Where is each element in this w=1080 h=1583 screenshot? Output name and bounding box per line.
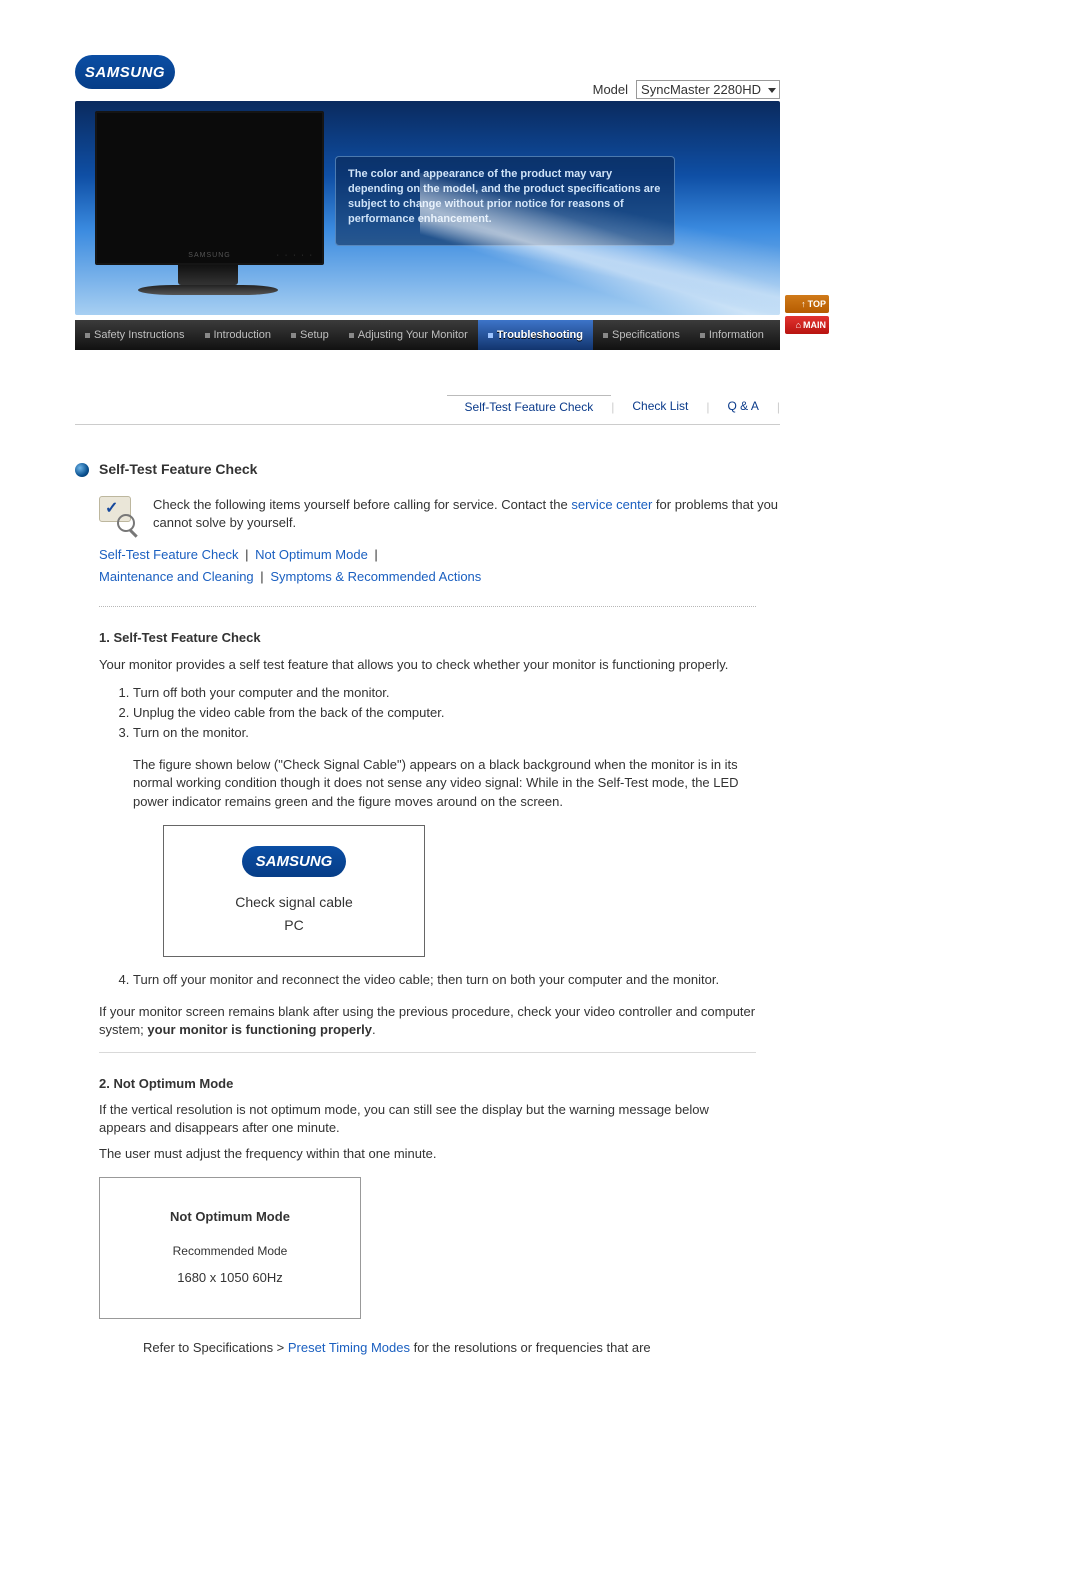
link-service-center[interactable]: service center [571,497,652,512]
sub-nav: Self-Test Feature Check | Check List | Q… [75,395,780,425]
not-optimum-mode-figure: Not Optimum Mode Recommended Mode 1680 x… [99,1177,361,1318]
nav-adjusting-monitor[interactable]: Adjusting Your Monitor [339,329,478,341]
s1-intro: Your monitor provides a self test featur… [99,656,756,674]
section-bullet-icon [75,463,89,477]
nav-safety-instructions[interactable]: Safety Instructions [75,329,195,341]
nav-introduction[interactable]: Introduction [195,329,281,341]
quick-links-row-1: Self-Test Feature Check | Not Optimum Mo… [75,542,780,564]
model-selector-block: Model SyncMaster 2280HD [593,80,780,99]
quick-links-row-2: Maintenance and Cleaning | Symptoms & Re… [75,564,780,586]
link-not-optimum-mode[interactable]: Not Optimum Mode [255,547,368,562]
model-label: Model [593,82,628,97]
s1-step3-note: The figure shown below ("Check Signal Ca… [133,756,756,811]
s1-steps: Turn off both your computer and the moni… [113,684,756,990]
s1-step-4: Turn off your monitor and reconnect the … [133,971,756,989]
subnav-q-and-a[interactable]: Q & A [710,395,777,418]
s2-p2: The user must adjust the frequency withi… [99,1145,756,1163]
side-tab-main[interactable]: ⌂MAIN [785,316,829,334]
self-test-icon: ✓ [99,496,135,532]
s2-title: 2. Not Optimum Mode [99,1075,756,1093]
figure-line-1: Check signal cable [164,893,424,913]
link-maintenance-cleaning[interactable]: Maintenance and Cleaning [99,569,254,584]
home-icon: ⌂ [796,320,801,330]
s1-step-3: Turn on the monitor. The figure shown be… [133,724,756,957]
nav-information[interactable]: Information [690,329,774,341]
s1-step-2: Unplug the video cable from the back of … [133,704,756,722]
check-signal-cable-figure: SAMSUNG Check signal cable PC [163,825,425,957]
s1-step-1: Turn off both your computer and the moni… [133,684,756,702]
s2-p1: If the vertical resolution is not optimu… [99,1101,756,1137]
product-monitor-image: SAMSUNG · · · · · [95,111,320,301]
samsung-logo: SAMSUNG [75,55,175,89]
hero-banner: SAMSUNG · · · · · The color and appearan… [75,101,780,315]
subnav-check-list[interactable]: Check List [614,395,706,418]
link-preset-timing-modes[interactable]: Preset Timing Modes [288,1340,410,1355]
figure-recommended-mode: Recommended Mode [100,1243,360,1260]
nav-setup[interactable]: Setup [281,329,339,341]
link-symptoms-actions[interactable]: Symptoms & Recommended Actions [270,569,481,584]
side-tab-top[interactable]: ↑TOP [785,295,829,313]
figure-not-optimum-title: Not Optimum Mode [100,1208,360,1226]
s1-title: 1. Self-Test Feature Check [99,629,756,647]
s1-closing: If your monitor screen remains blank aft… [99,1003,756,1039]
subnav-self-test[interactable]: Self-Test Feature Check [447,395,612,418]
nav-troubleshooting[interactable]: Troubleshooting [478,320,593,350]
samsung-logo-small: SAMSUNG [242,846,347,877]
link-self-test-feature-check[interactable]: Self-Test Feature Check [99,547,238,562]
s2-footnote: Refer to Specifications > Preset Timing … [75,1333,780,1357]
figure-line-2: PC [164,916,424,936]
figure-resolution: 1680 x 1050 60Hz [100,1269,360,1287]
arrow-up-icon: ↑ [801,299,806,309]
model-dropdown[interactable]: SyncMaster 2280HD [636,80,780,99]
nav-specifications[interactable]: Specifications [593,329,690,341]
section-title: Self-Test Feature Check [99,460,257,480]
main-nav: Safety Instructions Introduction Setup A… [75,320,780,350]
divider-icon: | [777,400,780,414]
intro-text: Check the following items yourself befor… [153,496,780,532]
